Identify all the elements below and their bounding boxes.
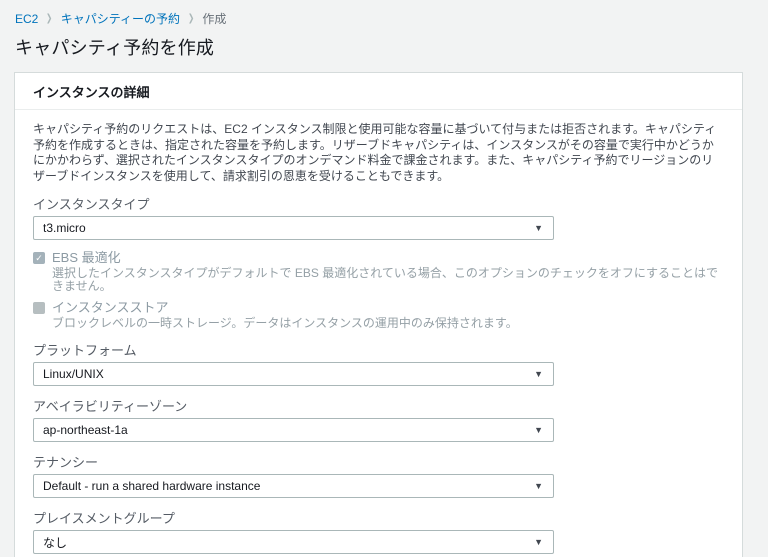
instance-type-selected-value: t3.micro bbox=[43, 221, 86, 235]
instance-store-checkbox bbox=[33, 302, 45, 314]
instance-type-label: インスタンスタイプ bbox=[33, 197, 150, 212]
instance-store-description: ブロックレベルの一時ストレージ。データはインスタンスの運用中のみ保持されます。 bbox=[52, 316, 518, 330]
platform-label: プラットフォーム bbox=[33, 343, 137, 358]
placement-group-selected-value: なし bbox=[43, 535, 68, 550]
placement-group-label: プレイスメントグループ bbox=[33, 511, 175, 526]
field-availability-zone: アベイラビリティーゾーン ap-northeast-1a ▼ bbox=[33, 399, 724, 442]
tenancy-label: テナンシー bbox=[33, 455, 99, 470]
panel-body: キャパシティ予約のリクエストは、EC2 インスタンス制限と使用可能な容量に基づい… bbox=[15, 110, 742, 557]
breadcrumb-link-capacity-reservations[interactable]: キャパシティーの予約 bbox=[61, 10, 180, 27]
availability-zone-select[interactable]: ap-northeast-1a ▼ bbox=[33, 418, 554, 442]
storage-options-group: ✓ EBS 最適化 選択したインスタンスタイプがデフォルトで EBS 最適化され… bbox=[33, 251, 724, 330]
ebs-optimized-checkbox: ✓ bbox=[33, 252, 45, 264]
page-title: キャパシティ予約を作成 bbox=[15, 38, 215, 58]
platform-selected-value: Linux/UNIX bbox=[43, 367, 104, 381]
availability-zone-label: アベイラビリティーゾーン bbox=[33, 399, 188, 414]
breadcrumb-link-ec2[interactable]: EC2 bbox=[15, 12, 38, 26]
instance-type-select[interactable]: t3.micro ▼ bbox=[33, 216, 554, 240]
panel-header-title: インスタンスの詳細 bbox=[15, 73, 742, 110]
chevron-right-icon: ❯ bbox=[188, 13, 195, 24]
instance-store-row: インスタンスストア ブロックレベルの一時ストレージ。データはインスタンスの運用中… bbox=[33, 301, 724, 330]
caret-down-icon: ▼ bbox=[534, 222, 543, 233]
placement-group-select[interactable]: なし ▼ bbox=[33, 530, 554, 554]
caret-down-icon: ▼ bbox=[534, 536, 543, 547]
field-platform: プラットフォーム Linux/UNIX ▼ bbox=[33, 343, 724, 386]
panel-description: キャパシティ予約のリクエストは、EC2 インスタンス制限と使用可能な容量に基づい… bbox=[33, 122, 717, 183]
availability-zone-selected-value: ap-northeast-1a bbox=[43, 423, 128, 437]
chevron-right-icon: ❯ bbox=[46, 13, 53, 24]
ebs-optimized-label: EBS 最適化 bbox=[52, 250, 121, 265]
tenancy-selected-value: Default - run a shared hardware instance bbox=[43, 479, 261, 493]
instance-details-panel: インスタンスの詳細 キャパシティ予約のリクエストは、EC2 インスタンス制限と使… bbox=[14, 72, 743, 557]
platform-select[interactable]: Linux/UNIX ▼ bbox=[33, 362, 554, 386]
tenancy-select[interactable]: Default - run a shared hardware instance… bbox=[33, 474, 554, 498]
breadcrumb-current-page: 作成 bbox=[202, 12, 227, 26]
field-tenancy: テナンシー Default - run a shared hardware in… bbox=[33, 455, 724, 498]
caret-down-icon: ▼ bbox=[534, 424, 543, 435]
field-placement-group: プレイスメントグループ なし ▼ bbox=[33, 511, 724, 554]
instance-store-label: インスタンスストア bbox=[52, 300, 169, 315]
caret-down-icon: ▼ bbox=[534, 480, 543, 491]
ebs-optimized-description: 選択したインスタンスタイプがデフォルトで EBS 最適化されている場合、このオプ… bbox=[52, 266, 718, 293]
caret-down-icon: ▼ bbox=[534, 368, 543, 379]
ebs-optimized-row: ✓ EBS 最適化 選択したインスタンスタイプがデフォルトで EBS 最適化され… bbox=[33, 251, 724, 293]
breadcrumb: EC2 ❯ キャパシティーの予約 ❯ 作成 bbox=[0, 0, 768, 27]
field-instance-type: インスタンスタイプ t3.micro ▼ bbox=[33, 197, 724, 240]
